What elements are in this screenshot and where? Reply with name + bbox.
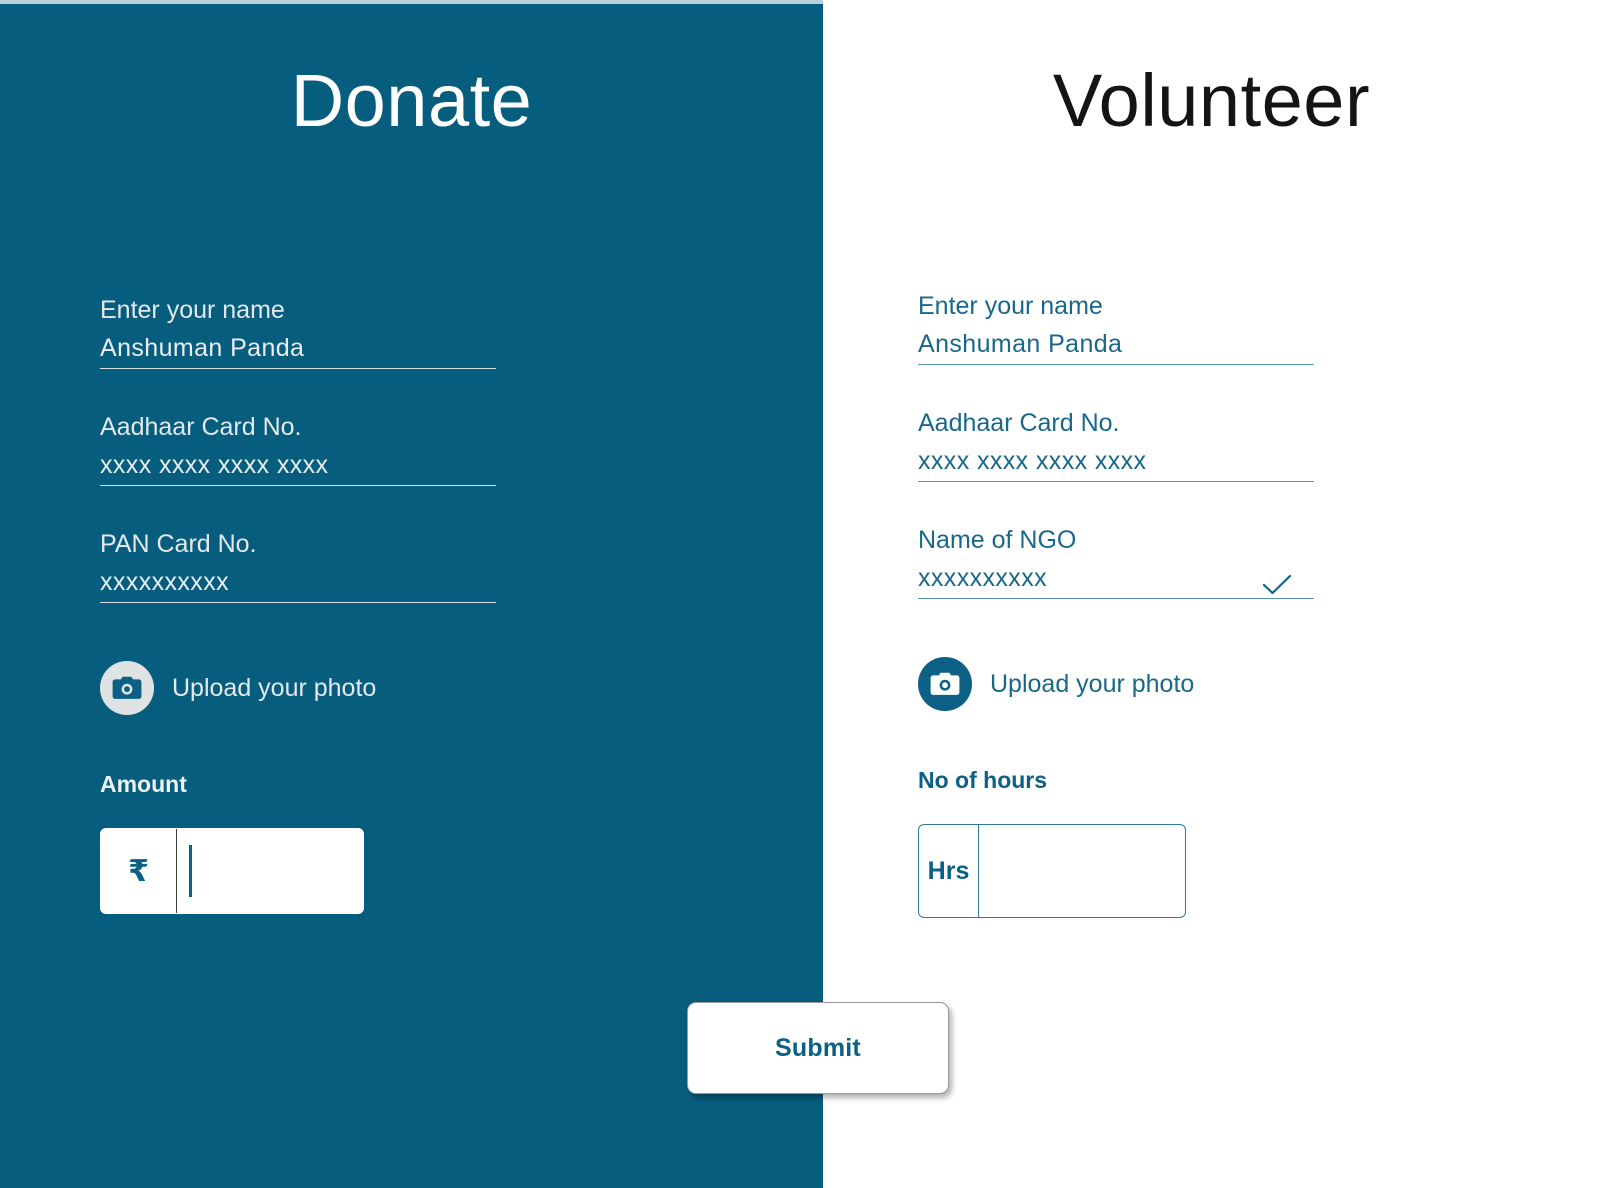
volunteer-hours-input[interactable]: Hrs (918, 824, 1186, 918)
donate-pan-field: PAN Card No. xxxxxxxxxx (100, 530, 496, 603)
donate-upload-photo-button[interactable]: Upload your photo (100, 661, 496, 715)
volunteer-name-input[interactable]: Anshuman Panda (918, 329, 1314, 365)
text-caret (189, 845, 192, 897)
panel-top-divider (0, 0, 823, 4)
volunteer-aadhaar-label: Aadhaar Card No. (918, 409, 1120, 437)
donate-aadhaar-field: Aadhaar Card No. xxxx xxxx xxxx xxxx (100, 413, 496, 486)
donate-amount-heading: Amount (100, 771, 187, 797)
page-title-donate: Donate (290, 59, 533, 142)
donate-volunteer-screen: Donate Enter your name Anshuman Panda Aa… (0, 0, 1600, 1188)
donate-pan-label: PAN Card No. (100, 530, 257, 558)
donate-aadhaar-input[interactable]: xxxx xxxx xxxx xxxx (100, 450, 496, 486)
donate-aadhaar-label: Aadhaar Card No. (100, 413, 302, 441)
volunteer-upload-photo-button[interactable]: Upload your photo (918, 657, 1314, 711)
camera-icon (918, 657, 972, 711)
check-icon (1262, 574, 1292, 595)
volunteer-hours-value-area[interactable] (979, 825, 1185, 917)
volunteer-name-field: Enter your name Anshuman Panda (918, 292, 1314, 365)
volunteer-name-value: Anshuman Panda (918, 330, 1123, 358)
page-title-volunteer: Volunteer (1052, 59, 1371, 142)
donate-pan-value: xxxxxxxxxx (100, 568, 229, 596)
submit-button[interactable]: Submit (687, 1002, 949, 1094)
donate-name-input[interactable]: Anshuman Panda (100, 333, 496, 369)
donate-amount-value-area[interactable] (177, 829, 363, 913)
volunteer-ngo-label: Name of NGO (918, 526, 1077, 554)
volunteer-upload-photo-label: Upload your photo (990, 669, 1195, 698)
donate-upload-photo-label: Upload your photo (172, 673, 377, 702)
donate-pan-input[interactable]: xxxxxxxxxx (100, 567, 496, 603)
volunteer-name-label: Enter your name (918, 292, 1103, 320)
submit-button-label: Submit (775, 1033, 861, 1062)
donate-name-field: Enter your name Anshuman Panda (100, 296, 496, 369)
rupee-symbol-icon: ₹ (101, 829, 177, 913)
donate-amount-input[interactable]: ₹ (100, 828, 364, 914)
donate-name-label: Enter your name (100, 296, 285, 324)
volunteer-aadhaar-input[interactable]: xxxx xxxx xxxx xxxx (918, 446, 1314, 482)
volunteer-form: Enter your name Anshuman Panda Aadhaar C… (918, 292, 1314, 918)
volunteer-hours-heading: No of hours (918, 767, 1048, 793)
volunteer-aadhaar-field: Aadhaar Card No. xxxx xxxx xxxx xxxx (918, 409, 1314, 482)
donate-name-value: Anshuman Panda (100, 334, 305, 362)
hours-unit-label: Hrs (919, 825, 979, 917)
volunteer-ngo-field: Name of NGO xxxxxxxxxx (918, 526, 1314, 599)
donate-aadhaar-value: xxxx xxxx xxxx xxxx (100, 451, 329, 479)
volunteer-ngo-value: xxxxxxxxxx (918, 564, 1047, 592)
volunteer-ngo-input[interactable]: xxxxxxxxxx (918, 563, 1314, 599)
volunteer-aadhaar-value: xxxx xxxx xxxx xxxx (918, 447, 1147, 475)
donate-form: Enter your name Anshuman Panda Aadhaar C… (100, 296, 496, 914)
camera-icon (100, 661, 154, 715)
